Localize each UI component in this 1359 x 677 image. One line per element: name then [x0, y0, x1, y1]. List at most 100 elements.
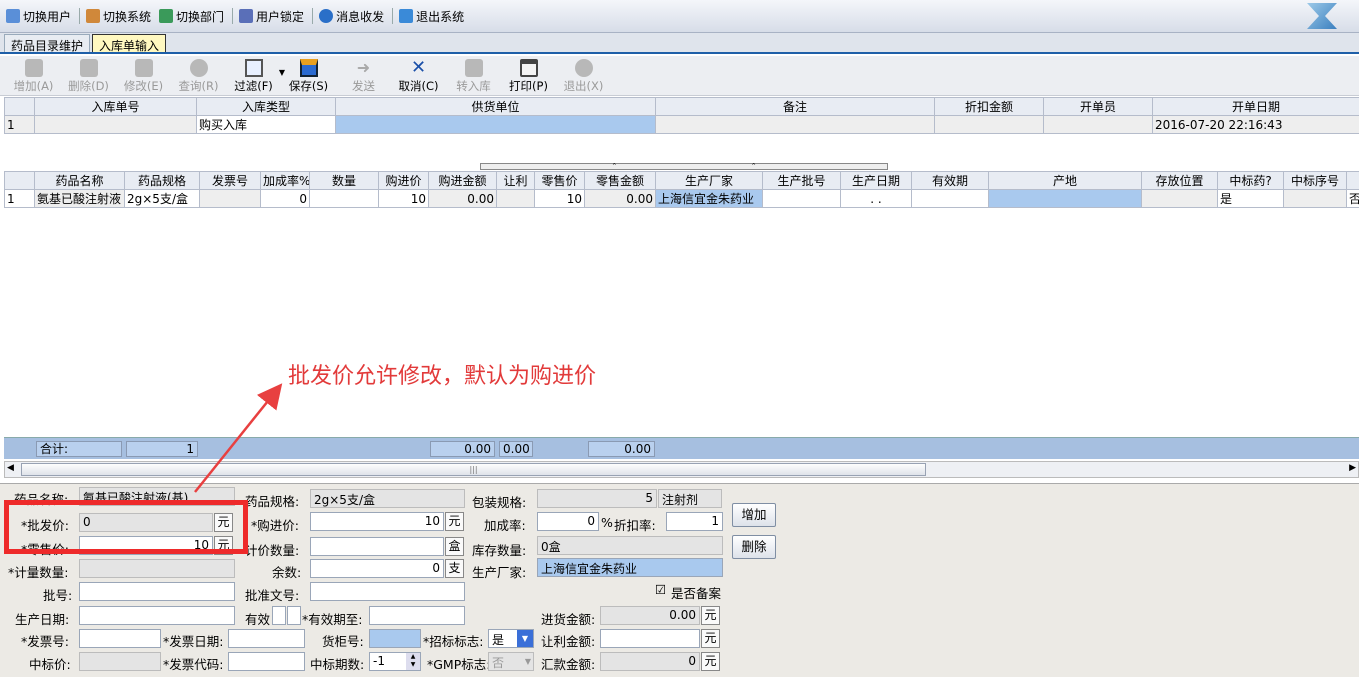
table-cell[interactable] [199, 189, 261, 208]
column-header[interactable]: 购进价 [378, 171, 429, 190]
scrollbar-thumb[interactable]: ||| [21, 463, 926, 476]
table-cell[interactable]: 购买入库 [196, 115, 336, 134]
column-header[interactable]: 让利 [496, 171, 535, 190]
column-header[interactable]: 备注 [655, 97, 935, 116]
cancel-button[interactable]: ✕ 取消(C) [391, 56, 446, 94]
column-header[interactable]: 生产批号 [762, 171, 841, 190]
table-row[interactable]: 1 购买入库 2016-07-20 22:16:43 [4, 115, 1359, 134]
tender-flag-select[interactable]: 是 ▼ [488, 629, 534, 648]
approval-no-field[interactable] [310, 582, 465, 601]
chevron-down-icon[interactable]: ▼ [517, 630, 533, 647]
discount-rate-field[interactable]: 1 [666, 512, 723, 531]
column-header[interactable]: 药品规格 [124, 171, 200, 190]
table-cell[interactable]: 氨基已酸注射液 [34, 189, 125, 208]
table-cell[interactable]: 否 [1346, 189, 1359, 208]
column-header[interactable]: 发票号 [199, 171, 261, 190]
column-header[interactable] [1346, 171, 1359, 190]
remainder-field[interactable]: 0 [310, 559, 444, 578]
table-cell[interactable]: 0 [260, 189, 310, 208]
production-date-field[interactable] [79, 606, 235, 625]
chevron-down-icon[interactable]: ▼ [279, 68, 285, 77]
bid-price-field[interactable] [79, 652, 161, 671]
measure-qty-field[interactable] [79, 559, 235, 578]
save-button[interactable]: 保存(S) [281, 56, 336, 94]
purchase-price-field[interactable]: 10 [310, 512, 444, 531]
table-cell[interactable]: 0.00 [428, 189, 497, 208]
scroll-right-icon[interactable]: ▶ [1349, 463, 1356, 473]
column-header[interactable]: 中标序号 [1283, 171, 1347, 190]
expiry-date-field[interactable] [369, 606, 465, 625]
column-header[interactable]: 入库类型 [196, 97, 336, 116]
column-header[interactable]: 购进金额 [428, 171, 497, 190]
column-header[interactable]: 折扣金额 [934, 97, 1044, 116]
column-header[interactable]: 中标药? [1217, 171, 1284, 190]
table-cell[interactable] [1283, 189, 1347, 208]
valid-field-a[interactable] [272, 606, 286, 625]
print-button[interactable]: 打印(P) [501, 56, 556, 94]
column-header[interactable]: 存放位置 [1141, 171, 1218, 190]
form-delete-button[interactable]: 删除 [732, 535, 776, 559]
column-header[interactable]: 生产日期 [840, 171, 912, 190]
edit-button[interactable]: 修改(E) [116, 56, 171, 94]
table-cell[interactable] [934, 115, 1044, 134]
table-cell[interactable] [762, 189, 841, 208]
table-cell[interactable] [309, 189, 379, 208]
filter-button[interactable]: 过滤(F) ▼ [226, 56, 285, 94]
remit-amount-field[interactable]: 0 [600, 652, 700, 671]
invoice-code-field[interactable] [228, 652, 305, 671]
table-cell[interactable]: 10 [534, 189, 585, 208]
table-cell[interactable] [1043, 115, 1153, 134]
column-header[interactable]: 数量 [309, 171, 379, 190]
table-cell[interactable] [34, 115, 197, 134]
column-header[interactable]: 生产厂家 [655, 171, 763, 190]
user-lock-button[interactable]: 用户锁定 [239, 8, 304, 25]
price-qty-field[interactable] [310, 537, 444, 556]
markup-rate-field[interactable]: 0 [537, 512, 599, 531]
form-add-button[interactable]: 增加 [732, 503, 776, 527]
table-cell[interactable] [655, 115, 935, 134]
column-header[interactable]: 产地 [988, 171, 1142, 190]
table-cell[interactable]: 0.00 [584, 189, 656, 208]
delete-button[interactable]: 删除(D) [61, 56, 116, 94]
tab-stock-in-entry[interactable]: 入库单输入 [92, 34, 167, 53]
gmp-flag-select[interactable]: 否 ▼ [488, 652, 534, 671]
switch-user-button[interactable]: 切换用户 [6, 8, 71, 25]
column-header[interactable]: 加成率% [260, 171, 310, 190]
exit-system-button[interactable]: 退出系统 [399, 8, 464, 25]
tab-drug-catalog[interactable]: 药品目录维护 [4, 34, 91, 53]
query-button[interactable]: 查询(R) [171, 56, 226, 94]
switch-system-button[interactable]: 切换系统 [86, 8, 151, 25]
table-row[interactable]: 1 氨基已酸注射液 2g×5支/盒 0 10 0.00 10 0.00 上海信宜… [4, 189, 1359, 208]
bid-period-stepper[interactable]: -1 ▲ ▼ [369, 652, 421, 671]
table-cell[interactable]: . . [840, 189, 912, 208]
table-cell[interactable] [1141, 189, 1218, 208]
column-header[interactable]: 药品名称 [34, 171, 125, 190]
purchase-amount-field[interactable]: 0.00 [600, 606, 700, 625]
table-cell[interactable] [911, 189, 989, 208]
table-cell[interactable] [496, 189, 535, 208]
exit-button[interactable]: 退出(X) [556, 56, 611, 94]
table-cell[interactable]: 是 [1217, 189, 1284, 208]
column-header[interactable]: 入库单号 [34, 97, 197, 116]
transfer-in-button[interactable]: 转入库 [446, 56, 501, 94]
table-cell[interactable] [335, 115, 656, 134]
manufacturer-field[interactable]: 上海信宜金朱药业 [537, 558, 723, 577]
send-button[interactable]: ➜ 发送 [336, 56, 391, 94]
batch-no-field[interactable] [79, 582, 235, 601]
wholesale-price-field[interactable]: 0 [79, 513, 213, 532]
column-header[interactable]: 零售价 [534, 171, 585, 190]
scroll-left-icon[interactable]: ◀ [7, 463, 14, 473]
cabinet-no-field[interactable] [369, 629, 421, 648]
table-cell[interactable] [988, 189, 1142, 208]
horizontal-scrollbar[interactable]: ◀ ||| ▶ [4, 461, 1359, 478]
messages-button[interactable]: 消息收发 [319, 8, 384, 25]
add-button[interactable]: 增加(A) [6, 56, 61, 94]
spinner-icon[interactable]: ▲ ▼ [406, 653, 420, 670]
switch-department-button[interactable]: 切换部门 [159, 8, 224, 25]
chevron-down-icon[interactable]: ▼ [525, 653, 531, 670]
table-cell[interactable]: 2016-07-20 22:16:43 [1152, 115, 1359, 134]
column-header[interactable]: 零售金额 [584, 171, 656, 190]
drug-name-field[interactable]: 氨基已酸注射液(基) [79, 487, 235, 506]
valid-field-b[interactable] [287, 606, 301, 625]
column-header[interactable]: 开单日期 [1152, 97, 1359, 116]
